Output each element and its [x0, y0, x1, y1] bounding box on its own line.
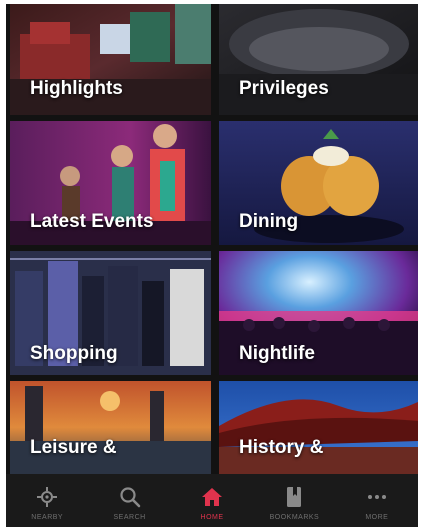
tile-dining[interactable]: Dining — [219, 121, 418, 245]
tile-leisure[interactable]: Leisure & — [10, 381, 211, 474]
search-icon — [119, 486, 141, 508]
tab-label: MORE — [365, 514, 389, 521]
tile-label: Nightlife — [239, 343, 315, 364]
tab-label: SEARCH — [113, 514, 146, 521]
more-icon — [366, 486, 388, 508]
tab-nearby[interactable]: NEARBY — [6, 474, 88, 527]
tile-label: Privileges — [239, 78, 329, 99]
tab-search[interactable]: SEARCH — [88, 474, 170, 527]
app-screen: Highlights Privileges Latest Events Dini… — [6, 4, 418, 527]
tile-history[interactable]: History & — [219, 381, 418, 474]
history-image — [219, 381, 418, 474]
tile-privileges[interactable]: Privileges — [219, 4, 418, 115]
tile-label: Dining — [239, 211, 299, 232]
nearby-icon — [36, 486, 58, 508]
home-icon — [200, 486, 224, 508]
tab-label: BOOKMARKS — [269, 514, 320, 521]
tile-nightlife[interactable]: Nightlife — [219, 251, 418, 375]
tile-shopping[interactable]: Shopping — [10, 251, 211, 375]
tab-bookmarks[interactable]: BOOKMARKS — [253, 474, 335, 527]
tile-label: Shopping — [30, 343, 118, 364]
bookmark-icon — [285, 486, 303, 508]
bottom-tab-bar: NEARBY SEARCH HOME BOOKMARKS MORE — [6, 474, 418, 527]
tab-more[interactable]: MORE — [336, 474, 418, 527]
category-grid: Highlights Privileges Latest Events Dini… — [6, 4, 418, 474]
tab-label: HOME — [200, 514, 224, 521]
tile-label: History & — [239, 437, 324, 458]
tile-label: Latest Events — [30, 211, 154, 232]
tile-label: Leisure & — [30, 437, 117, 458]
tab-home[interactable]: HOME — [171, 474, 253, 527]
tile-highlights[interactable]: Highlights — [10, 4, 211, 115]
leisure-image — [10, 381, 211, 474]
tab-label: NEARBY — [31, 514, 64, 521]
tile-label: Highlights — [30, 78, 123, 99]
tile-latest-events[interactable]: Latest Events — [10, 121, 211, 245]
